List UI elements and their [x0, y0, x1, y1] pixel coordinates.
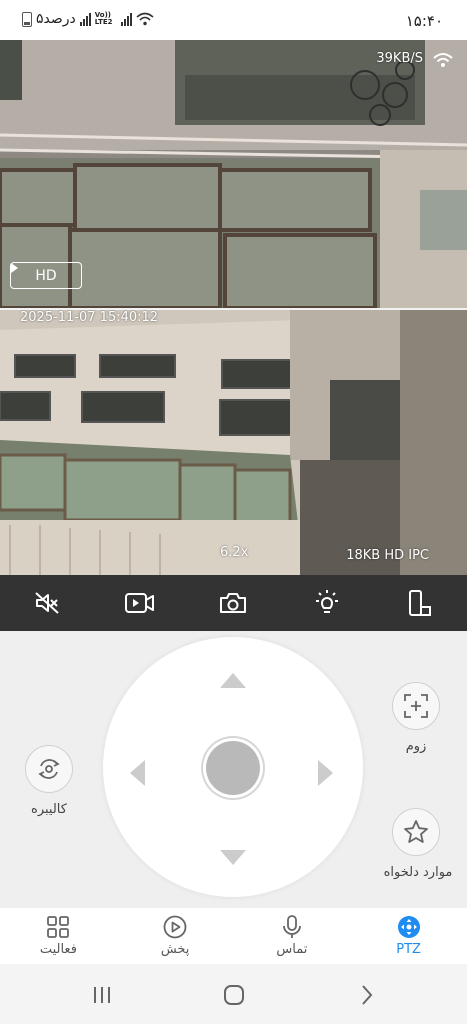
- light-button[interactable]: [307, 583, 347, 623]
- home-icon: [224, 985, 244, 1005]
- signal-icon: [120, 12, 132, 26]
- pan-left-arrow-icon[interactable]: [130, 760, 145, 786]
- grid-icon: [47, 916, 70, 938]
- play-icon: [163, 915, 187, 939]
- star-icon: [404, 820, 428, 843]
- nav-item-activity[interactable]: فعالیت: [0, 908, 117, 964]
- microphone-icon: [282, 915, 301, 938]
- nav-label: فعالیت: [39, 942, 77, 957]
- zoom-button[interactable]: [392, 682, 440, 730]
- chevron-right-icon: [362, 985, 373, 1005]
- system-nav-bar: [0, 964, 467, 1024]
- record-button[interactable]: [120, 583, 160, 623]
- camera-icon: [220, 593, 247, 613]
- hd-quality-label: HD: [35, 267, 57, 284]
- nav-label: تماس: [276, 942, 308, 957]
- network-label: Vo)) LTE2: [94, 11, 113, 26]
- battery-percent: ۵درصد: [36, 11, 76, 27]
- calibrate-button[interactable]: [25, 745, 73, 793]
- rotate-screen-button[interactable]: [400, 583, 440, 623]
- record-video-icon: [125, 593, 155, 613]
- wifi-icon: [433, 53, 453, 67]
- nav-label: پخش: [160, 942, 190, 957]
- recent-apps-icon: [94, 987, 110, 1003]
- back-button[interactable]: [353, 981, 381, 1009]
- pan-up-arrow-icon[interactable]: [220, 673, 246, 688]
- home-button[interactable]: [220, 981, 248, 1009]
- status-time: ۱۵:۴۰: [405, 12, 443, 30]
- mute-button[interactable]: [27, 583, 67, 623]
- camera-info: 18KB HD IPC: [346, 548, 429, 563]
- light-bulb-icon: [315, 590, 338, 613]
- ptz-panel: کالیبره زوم موارد دلخواه: [0, 631, 467, 908]
- battery-icon: [22, 11, 32, 27]
- snapshot-button[interactable]: [213, 583, 253, 623]
- ptz-icon: [397, 916, 420, 938]
- nav-item-call[interactable]: تماس: [234, 908, 351, 964]
- camera-feed-1[interactable]: 39KB/S HD: [0, 40, 467, 308]
- calibrate-label: کالیبره: [31, 802, 67, 817]
- camera-feed-2[interactable]: 2025-11-07 15:40:12 6.2x 18KB HD IPC: [0, 310, 467, 575]
- wifi-icon: [136, 12, 154, 26]
- play-triangle-icon: [11, 263, 18, 273]
- favorites-button[interactable]: [392, 808, 440, 856]
- pan-right-arrow-icon[interactable]: [318, 760, 333, 786]
- zoom-plus-icon: [404, 694, 428, 718]
- bitrate-readout: 39KB/S: [376, 51, 423, 66]
- nav-item-ptz[interactable]: PTZ: [350, 908, 467, 964]
- zoom-label: زوم: [405, 739, 427, 754]
- camera-feed-2-image: [0, 310, 467, 575]
- hd-quality-button[interactable]: HD: [10, 262, 82, 289]
- joystick-knob[interactable]: [206, 741, 260, 795]
- recent-apps-button[interactable]: [88, 981, 116, 1009]
- calibrate-icon: [38, 759, 60, 779]
- favorites-label: موارد دلخواه: [383, 865, 453, 880]
- pan-down-arrow-icon[interactable]: [220, 850, 246, 865]
- status-left: ۵درصد Vo)) LTE2: [22, 11, 154, 27]
- nav-label: PTZ: [396, 942, 421, 957]
- ptz-joystick[interactable]: [103, 637, 363, 897]
- timestamp-overlay: 2025-11-07 15:40:12: [20, 310, 159, 325]
- screen-rotate-icon: [409, 590, 432, 616]
- mute-icon: [35, 592, 59, 614]
- signal-icon: [79, 12, 91, 26]
- zoom-level: 6.2x: [220, 545, 249, 560]
- camera-toolbar: [0, 575, 467, 631]
- nav-item-playback[interactable]: پخش: [117, 908, 234, 964]
- status-bar: ۵درصد Vo)) LTE2 ۱۵:۴۰: [0, 0, 467, 40]
- bottom-nav: PTZ تماس پخش فعالیت: [0, 908, 467, 964]
